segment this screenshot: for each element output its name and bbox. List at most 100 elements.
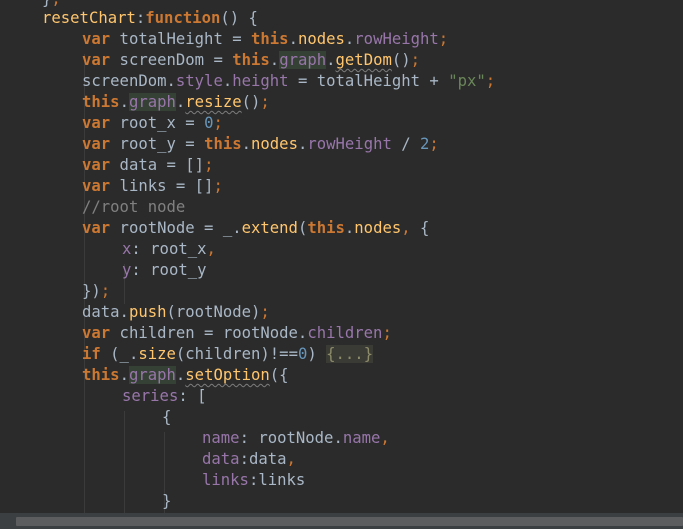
- code-editor[interactable]: };resetChart:function() {var totalHeight…: [0, 0, 683, 513]
- code-line[interactable]: series: [: [122, 386, 207, 407]
- code-token: style: [175, 72, 223, 90]
- code-token: var: [82, 30, 111, 48]
- code-token: extend: [241, 219, 298, 237]
- code-line[interactable]: var rootNode = _.extend(this.nodes, {: [82, 218, 429, 239]
- code-token: .: [288, 30, 298, 48]
- code-token: ;: [438, 30, 449, 48]
- code-token: name: [342, 429, 381, 447]
- code-token: data: [202, 450, 240, 468]
- code-line[interactable]: var root_x = 0;: [82, 113, 223, 134]
- code-line[interactable]: {: [162, 407, 171, 428]
- code-token: graph: [279, 51, 327, 69]
- code-token: ;: [213, 177, 223, 195]
- code-token: resetChart: [42, 9, 136, 27]
- code-token: 0: [297, 345, 308, 363]
- code-line[interactable]: var root_y = this.nodes.rowHeight / 2;: [82, 134, 439, 155]
- code-line[interactable]: var data = [];: [82, 155, 213, 176]
- code-token: var: [82, 114, 111, 132]
- code-line[interactable]: screenDom.style.height = totalHeight + "…: [82, 71, 495, 92]
- code-token: screenDom =: [110, 51, 233, 69]
- code-token: ;: [204, 156, 214, 174]
- code-line[interactable]: name: rootNode.name,: [202, 428, 390, 449]
- code-token: .: [344, 30, 355, 48]
- code-token: this: [204, 135, 242, 153]
- code-token: : root_y: [131, 261, 207, 279]
- code-line[interactable]: });: [82, 281, 110, 302]
- code-line[interactable]: data.push(rootNode);: [82, 302, 270, 323]
- code-token: (children)!==: [175, 345, 298, 363]
- code-line[interactable]: y: root_y: [122, 260, 207, 281]
- code-token: this: [307, 219, 345, 237]
- code-line[interactable]: var screenDom = this.graph.getDom();: [82, 50, 420, 71]
- code-line[interactable]: //root node: [82, 197, 185, 218]
- code-token: screenDom.: [82, 72, 176, 90]
- code-token: var: [82, 135, 111, 153]
- code-token: data.: [82, 303, 129, 321]
- code-line[interactable]: this.graph.setOption({: [82, 365, 289, 386]
- code-token: rowHeight: [307, 135, 392, 153]
- code-line[interactable]: links:links: [202, 470, 305, 491]
- code-token: size: [138, 345, 176, 363]
- code-token: .: [241, 135, 252, 153]
- code-token: var: [82, 156, 111, 174]
- code-token: if: [82, 345, 101, 363]
- code-token: ;: [260, 93, 270, 111]
- code-token: ;: [51, 0, 60, 8]
- code-token: resize: [185, 93, 242, 111]
- code-token: : rootNode.: [239, 429, 343, 447]
- code-token: {: [420, 219, 430, 237]
- code-line[interactable]: var totalHeight = this.nodes.rowHeight;: [82, 29, 448, 50]
- code-token: ,: [286, 450, 296, 468]
- code-token: var: [82, 219, 111, 237]
- code-token: ): [307, 345, 327, 363]
- code-token: ;: [260, 303, 270, 321]
- code-token: this: [232, 51, 270, 69]
- code-line[interactable]: if (_.size(children)!==0) {...}: [82, 344, 374, 365]
- code-token: this: [82, 366, 120, 384]
- code-token: (_.: [100, 345, 139, 363]
- horizontal-scrollbar[interactable]: [0, 513, 683, 529]
- code-token: (rootNode): [166, 303, 261, 321]
- code-token: links: [202, 471, 249, 489]
- code-line[interactable]: data:data,: [202, 449, 296, 470]
- code-token: ,: [380, 429, 390, 447]
- code-line[interactable]: var children = rootNode.children;: [82, 323, 392, 344]
- code-token: push: [128, 303, 167, 321]
- code-token: "px": [448, 72, 486, 90]
- code-token: : root_x: [131, 240, 207, 258]
- code-token: children = rootNode.: [110, 324, 308, 342]
- scrollbar-thumb[interactable]: [16, 517, 683, 526]
- code-token: links = []: [110, 177, 214, 195]
- code-token: (: [297, 219, 308, 237]
- code-token: = totalHeight +: [288, 72, 449, 90]
- code-line[interactable]: resetChart:function() {: [42, 8, 258, 29]
- code-token: ;: [485, 72, 496, 90]
- code-token: this: [82, 93, 120, 111]
- code-token: var: [82, 324, 111, 342]
- code-token: root_x =: [110, 114, 205, 132]
- code-token: }: [42, 0, 51, 8]
- code-token: series: [122, 387, 179, 405]
- code-line[interactable]: this.graph.resize();: [82, 92, 270, 113]
- indent-guide: [124, 411, 125, 513]
- code-token: rootNode = _.: [110, 219, 242, 237]
- code-token: .: [119, 366, 129, 384]
- folded-code-block[interactable]: {...}: [326, 345, 374, 363]
- code-line[interactable]: x: root_x,: [122, 239, 216, 260]
- code-token: setOption: [185, 366, 270, 384]
- code-token: .: [297, 135, 308, 153]
- code-token: height: [232, 72, 289, 90]
- code-token: function: [145, 9, 221, 27]
- code-token: getDom: [335, 51, 392, 69]
- code-token: (): [241, 93, 261, 111]
- code-token: {: [162, 408, 172, 426]
- code-token: root_y =: [110, 135, 205, 153]
- code-token: ;: [429, 135, 439, 153]
- code-line[interactable]: }: [162, 491, 171, 512]
- code-token: this: [251, 30, 289, 48]
- code-line[interactable]: var links = [];: [82, 176, 223, 197]
- code-token: ;: [410, 51, 421, 69]
- code-token: graph: [128, 366, 176, 384]
- code-token: rowHeight: [354, 30, 439, 48]
- code-token: : [: [178, 387, 207, 405]
